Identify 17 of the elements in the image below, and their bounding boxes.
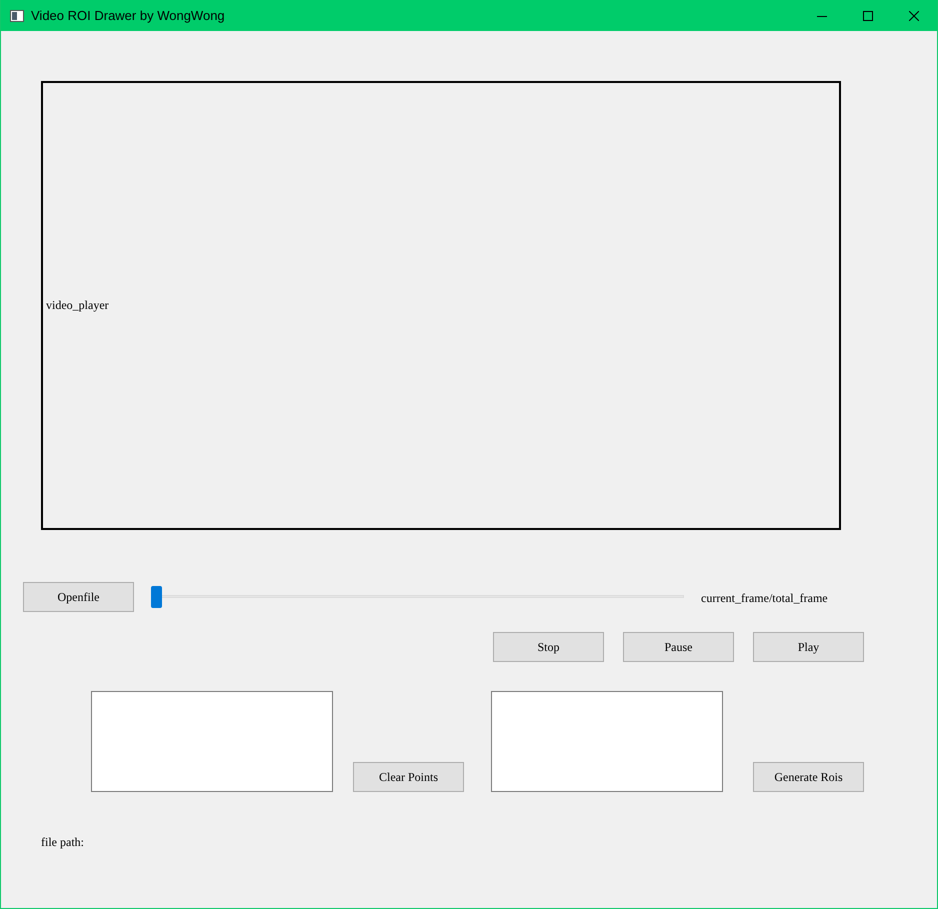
slider-thumb[interactable]	[151, 586, 162, 608]
maximize-icon	[863, 10, 873, 20]
frame-counter: current_frame/total_frame	[701, 590, 828, 606]
rois-text-area[interactable]	[491, 691, 723, 792]
generate-rois-button[interactable]: Generate Rois	[753, 762, 864, 792]
openfile-button[interactable]: Openfile	[23, 582, 134, 612]
frame-slider[interactable]	[151, 586, 684, 608]
window-title: Video ROI Drawer by WongWong	[31, 8, 226, 23]
video-label: video_player	[46, 298, 109, 312]
clear-points-button[interactable]: Clear Points	[353, 762, 464, 792]
points-text-area[interactable]	[91, 691, 333, 792]
play-button[interactable]: Play	[753, 632, 864, 662]
close-icon	[909, 10, 919, 20]
app-icon	[10, 10, 24, 22]
file-path-label: file path:	[41, 835, 84, 850]
stop-button[interactable]: Stop	[493, 632, 604, 662]
pause-button[interactable]: Pause	[623, 632, 734, 662]
